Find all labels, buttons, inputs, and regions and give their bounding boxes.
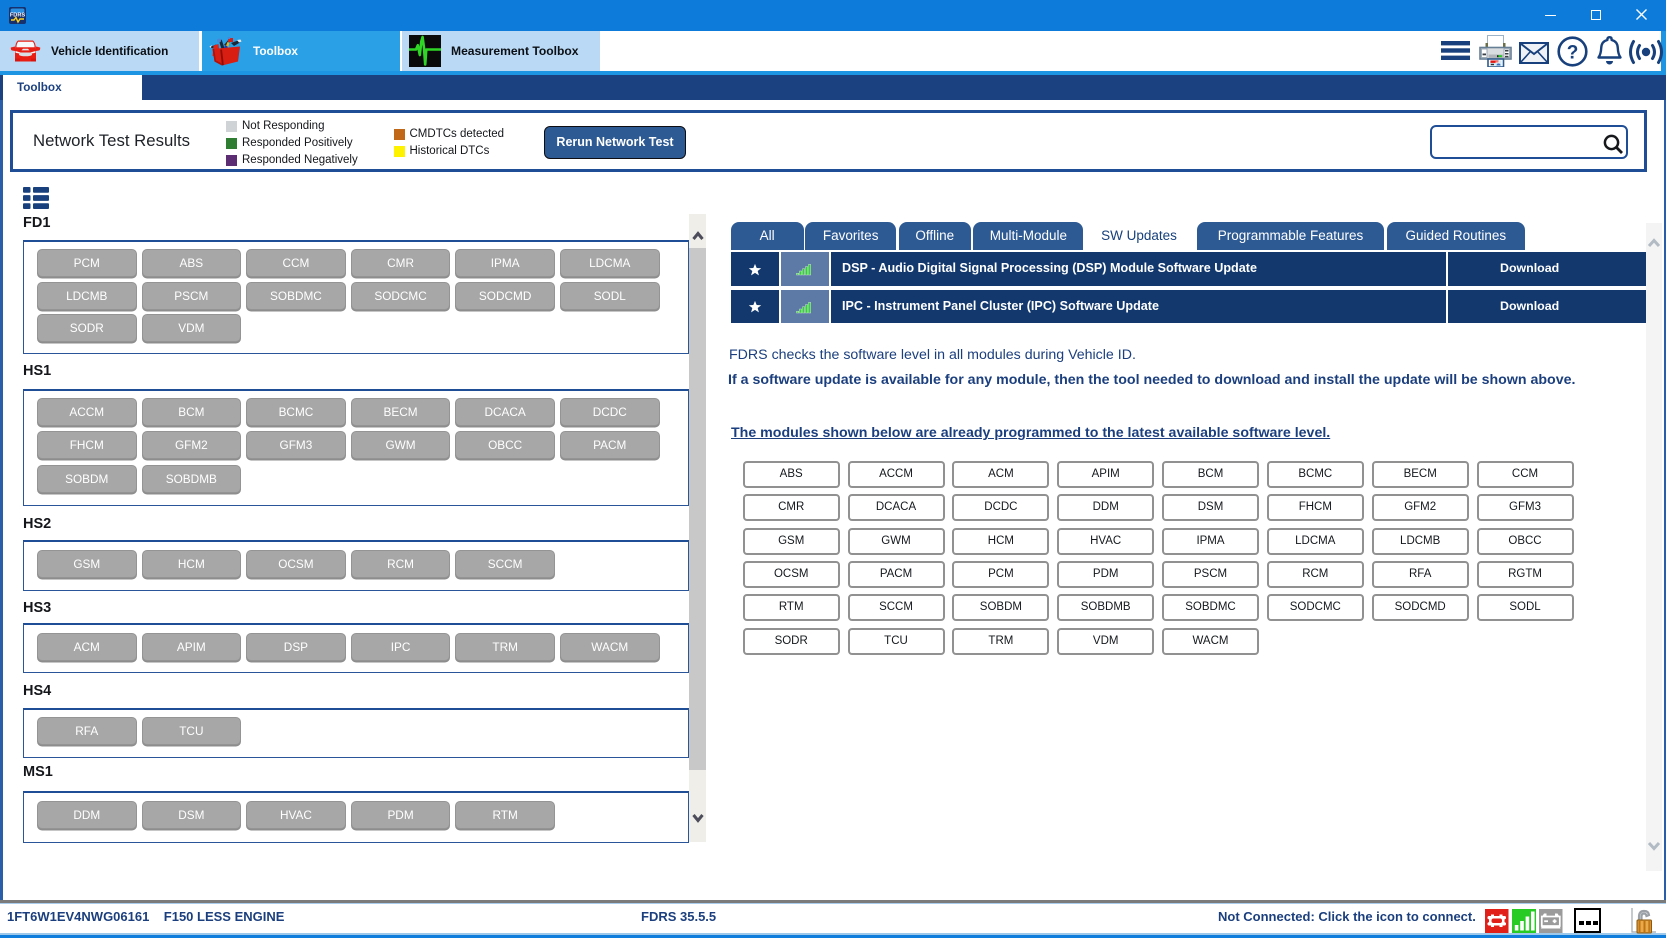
svg-text:?: ? (1567, 43, 1579, 64)
svg-text:FDRS: FDRS (10, 13, 25, 19)
